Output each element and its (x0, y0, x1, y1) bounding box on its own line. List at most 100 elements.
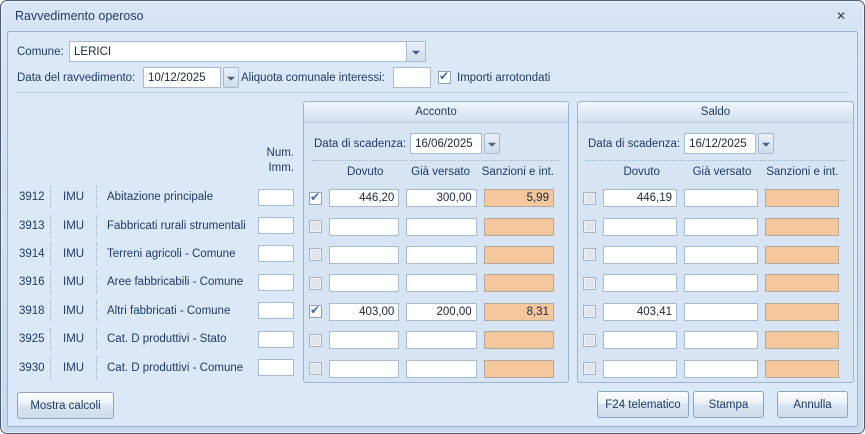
saldo-groupbox: Saldo Data di scadenza: Dovuto Già versa… (577, 101, 854, 383)
importi-arrotondati-checkbox[interactable] (438, 71, 451, 84)
saldo-row-checkbox[interactable] (583, 192, 596, 205)
saldo-dovuto-input[interactable] (603, 218, 677, 236)
acconto-row-3 (304, 241, 568, 269)
acconto-row-checkbox[interactable] (309, 220, 322, 233)
num-imm-input[interactable] (258, 245, 294, 262)
tributi-row-3925: 3925 IMU Cat. D produttivi - Stato (8, 325, 304, 353)
saldo-scadenza-row: Data di scadenza: (588, 133, 774, 154)
saldo-versato-input[interactable] (684, 360, 758, 378)
saldo-versato-input[interactable] (684, 274, 758, 292)
acconto-scadenza-dropdown-arrow-icon[interactable] (484, 133, 500, 154)
acconto-scadenza-input[interactable] (410, 133, 482, 154)
column-separator (50, 356, 51, 378)
num-imm-input[interactable] (258, 217, 294, 234)
saldo-row-checkbox[interactable] (583, 248, 596, 261)
acconto-sanzioni-field (484, 331, 554, 349)
saldo-scadenza-input[interactable] (684, 133, 756, 154)
column-separator (96, 328, 97, 350)
saldo-row-checkbox[interactable] (583, 277, 596, 290)
saldo-dovuto-input[interactable] (603, 274, 677, 292)
column-separator (96, 186, 97, 208)
saldo-versato-input[interactable] (684, 331, 758, 349)
acconto-dovuto-input[interactable] (329, 189, 399, 207)
acconto-dovuto-input[interactable] (329, 218, 399, 236)
acconto-versato-input[interactable] (406, 189, 476, 207)
aliquota-input[interactable] (393, 67, 431, 88)
acconto-sanzioni-field (484, 274, 554, 292)
f24-telematico-button[interactable]: F24 telematico (597, 391, 689, 418)
importi-arrotondati-label: Importi arrotondati (457, 72, 550, 84)
saldo-versato-input[interactable] (684, 218, 758, 236)
saldo-col-dovuto: Dovuto (605, 166, 678, 178)
saldo-row-1 (578, 184, 853, 212)
saldo-versato-input[interactable] (684, 246, 758, 264)
acconto-versato-input[interactable] (406, 218, 476, 236)
acconto-row-checkbox[interactable] (309, 277, 322, 290)
num-imm-header-line2: Imm. (243, 161, 294, 176)
column-separator (50, 214, 51, 236)
num-imm-input[interactable] (258, 302, 294, 319)
num-imm-input[interactable] (258, 189, 294, 206)
column-separator (50, 243, 51, 265)
tributo-tax: IMU (63, 362, 96, 374)
saldo-row-checkbox[interactable] (583, 362, 596, 375)
num-imm-input[interactable] (258, 359, 294, 376)
saldo-sanzioni-field (765, 360, 839, 378)
acconto-column-headers: Dovuto Già versato Sanzioni e int. (304, 166, 568, 178)
acconto-versato-input[interactable] (406, 331, 476, 349)
comune-combobox[interactable] (69, 41, 426, 62)
saldo-scadenza-dropdown-arrow-icon[interactable] (758, 133, 774, 154)
acconto-col-sanzioni: Sanzioni e int. (482, 166, 554, 178)
acconto-versato-input[interactable] (406, 303, 476, 321)
saldo-row-checkbox[interactable] (583, 220, 596, 233)
saldo-dovuto-input[interactable] (603, 246, 677, 264)
comune-input[interactable] (70, 42, 406, 61)
acconto-row-checkbox[interactable] (309, 334, 322, 347)
tributo-code: 3916 (19, 276, 50, 288)
tributo-desc: Cat. D produttivi - Comune (107, 362, 243, 374)
tributo-code: 3914 (19, 248, 50, 260)
acconto-sanzioni-field (484, 246, 554, 264)
acconto-versato-input[interactable] (406, 274, 476, 292)
acconto-row-checkbox[interactable] (309, 305, 322, 318)
tributo-code: 3913 (19, 220, 50, 232)
num-imm-header-line1: Num. (243, 146, 294, 161)
tributi-row-3913: 3913 IMU Fabbricati rurali strumentali (8, 211, 304, 239)
acconto-row-checkbox[interactable] (309, 248, 322, 261)
data-ravvedimento-dropdown-arrow-icon[interactable] (223, 67, 239, 88)
tributi-row-3930: 3930 IMU Cat. D produttivi - Comune (8, 353, 304, 381)
data-ravvedimento-input[interactable] (143, 67, 221, 88)
saldo-sanzioni-field (765, 218, 839, 236)
comune-dropdown-arrow-icon[interactable] (406, 42, 425, 61)
saldo-dovuto-input[interactable] (603, 331, 677, 349)
saldo-dovuto-input[interactable] (603, 303, 677, 321)
saldo-sanzioni-field (765, 246, 839, 264)
acconto-dovuto-input[interactable] (329, 303, 399, 321)
saldo-scadenza-label: Data di scadenza: (588, 138, 680, 150)
saldo-dovuto-input[interactable] (603, 360, 677, 378)
acconto-versato-input[interactable] (406, 360, 476, 378)
saldo-row-checkbox[interactable] (583, 305, 596, 318)
acconto-dovuto-input[interactable] (329, 331, 399, 349)
saldo-versato-input[interactable] (684, 303, 758, 321)
acconto-col-dovuto: Dovuto (331, 166, 399, 178)
mostra-calcoli-button[interactable]: Mostra calcoli (17, 392, 114, 419)
acconto-row-checkbox[interactable] (309, 362, 322, 375)
annulla-button[interactable]: Annulla (777, 391, 848, 418)
acconto-dovuto-input[interactable] (329, 360, 399, 378)
stampa-button[interactable]: Stampa (693, 391, 764, 418)
saldo-group-title: Saldo (578, 102, 853, 123)
data-ravvedimento-label: Data del ravvedimento: (17, 72, 135, 84)
saldo-dovuto-input[interactable] (603, 189, 677, 207)
acconto-dovuto-input[interactable] (329, 274, 399, 292)
acconto-versato-input[interactable] (406, 246, 476, 264)
close-icon[interactable]: ✕ (831, 8, 851, 25)
num-imm-input[interactable] (258, 331, 294, 348)
num-imm-header: Num. Imm. (243, 146, 294, 176)
acconto-dovuto-input[interactable] (329, 246, 399, 264)
saldo-versato-input[interactable] (684, 189, 758, 207)
acconto-scadenza-row: Data di scadenza: (314, 133, 500, 154)
saldo-row-checkbox[interactable] (583, 334, 596, 347)
num-imm-input[interactable] (258, 274, 294, 291)
acconto-row-checkbox[interactable] (309, 192, 322, 205)
